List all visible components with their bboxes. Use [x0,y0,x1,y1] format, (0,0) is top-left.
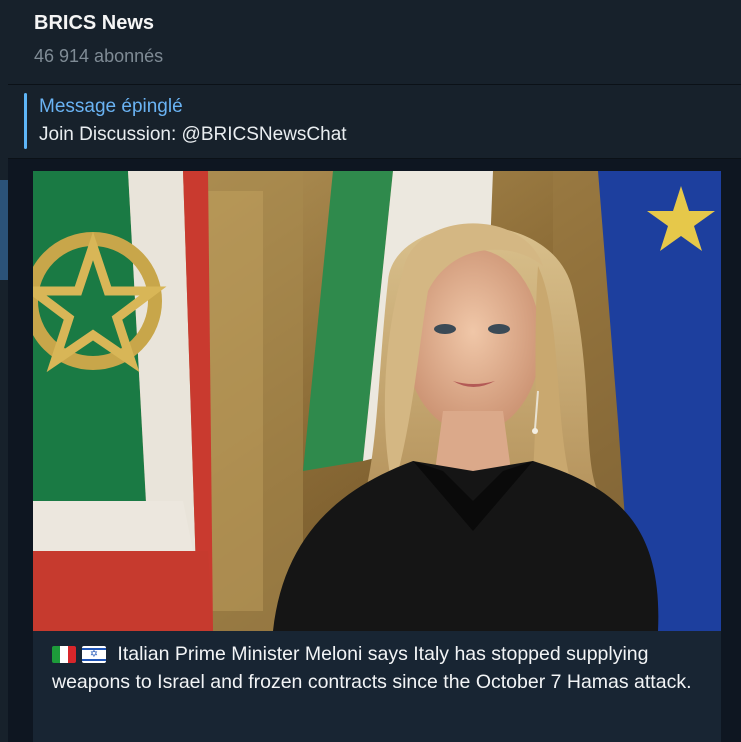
pinned-message-bar[interactable]: Message épinglé Join Discussion: @BRICSN… [8,85,741,159]
channel-header[interactable]: BRICS News 46 914 abonnés [8,0,741,85]
pinned-label: Message épinglé [39,96,183,117]
chat-list-edge[interactable] [0,0,8,742]
pinned-indicator [24,93,27,149]
photo-illustration [33,171,721,631]
flag-italy-icon [52,646,76,663]
pinned-text[interactable]: Join Discussion: @BRICSNewsChat [39,124,347,146]
message-bubble[interactable]: ✡ Italian Prime Minister Meloni says Ita… [33,171,721,742]
flag-israel-icon: ✡ [82,646,106,663]
telegram-window: BRICS News 46 914 abonnés Message épingl… [0,0,741,742]
post-caption: ✡ Italian Prime Minister Meloni says Ita… [52,640,712,696]
post-photo[interactable] [33,171,721,631]
caption-text: Italian Prime Minister Meloni says Italy… [52,643,692,693]
subscriber-count: 46 914 abonnés [34,46,164,66]
channel-title[interactable]: BRICS News [34,12,154,35]
selected-chat-indicator [0,180,8,280]
